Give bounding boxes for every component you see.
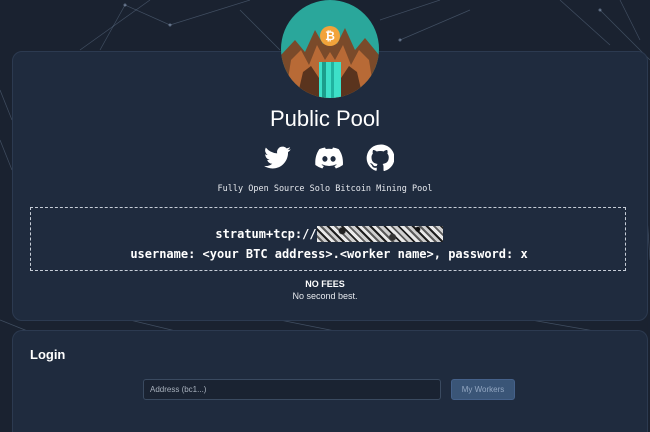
pool-logo: ₿ <box>281 0 379 98</box>
discord-icon <box>315 147 343 169</box>
twitter-icon <box>264 146 291 169</box>
page-title: Public Pool <box>269 106 381 131</box>
discord-link[interactable] <box>315 144 343 172</box>
tagline: Fully Open Source Solo Bitcoin Mining Po… <box>217 184 433 194</box>
no-second-best-label: No second best. <box>292 291 358 301</box>
login-heading: Login <box>30 347 66 362</box>
stratum-connection-box: stratum+tcp:// username: <your BTC addre… <box>30 207 626 271</box>
social-links <box>0 144 650 172</box>
redacted-host <box>316 226 443 242</box>
address-input[interactable] <box>143 379 441 400</box>
github-icon <box>366 144 395 171</box>
no-fees-label: NO FEES <box>305 279 345 289</box>
my-workers-button[interactable]: My Workers <box>451 379 515 400</box>
stratum-prefix: stratum+tcp:// <box>215 227 317 241</box>
stratum-url: stratum+tcp:// <box>31 226 627 242</box>
stratum-credentials: username: <your BTC address>.<worker nam… <box>130 247 528 261</box>
twitter-link[interactable] <box>264 144 292 172</box>
github-link[interactable] <box>366 144 395 172</box>
svg-text:₿: ₿ <box>325 29 335 43</box>
